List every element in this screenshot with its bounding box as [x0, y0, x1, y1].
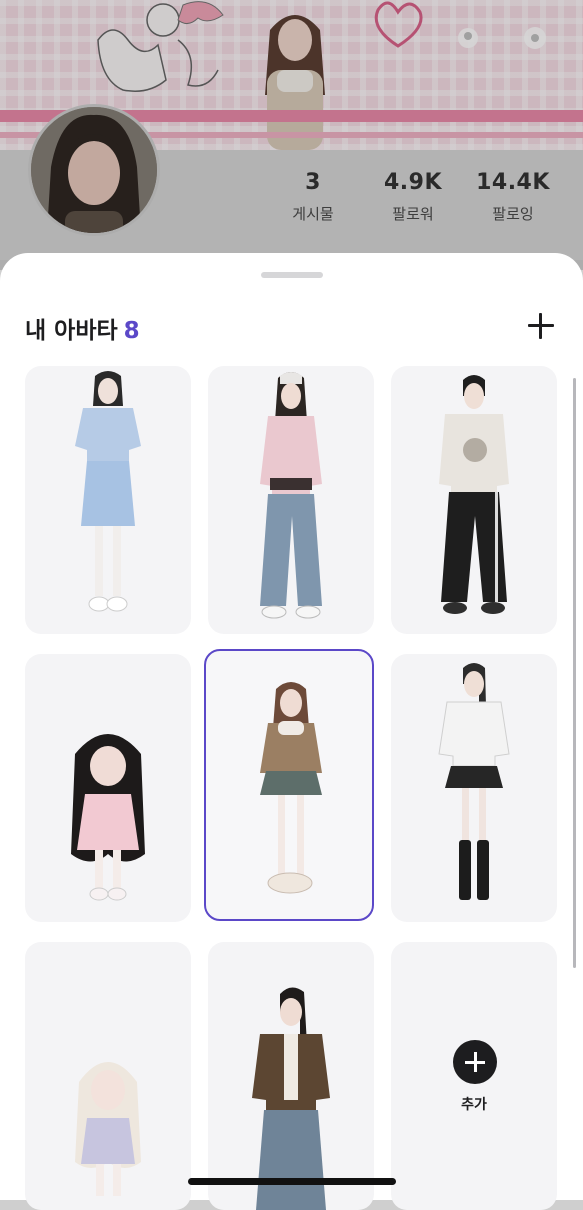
avatar-card-3[interactable] — [391, 366, 557, 634]
avatar-card-8[interactable] — [208, 942, 374, 1210]
backdrop-dim[interactable] — [0, 0, 583, 270]
avatar-figure — [75, 1062, 141, 1196]
avatar-count: 8 — [123, 318, 140, 344]
add-avatar-button[interactable] — [526, 311, 556, 341]
avatar-sheet: 내 아바타 8 추가 — [0, 253, 583, 1210]
sheet-grabber[interactable] — [261, 272, 323, 278]
home-indicator[interactable] — [188, 1178, 396, 1185]
avatar-figure — [71, 734, 145, 901]
add-avatar-label: 추가 — [461, 1097, 487, 1113]
avatar-card-7[interactable] — [25, 942, 191, 1210]
sheet-title-text: 내 아바타 — [25, 318, 118, 344]
avatar-card-1[interactable] — [25, 366, 191, 634]
avatar-card-6[interactable] — [391, 654, 557, 922]
sheet-title: 내 아바타 8 — [25, 311, 140, 345]
avatar-figure — [439, 375, 509, 614]
avatar-card-4[interactable] — [25, 654, 191, 922]
avatar-figure — [260, 372, 322, 619]
add-avatar-card[interactable]: 추가 — [391, 942, 557, 1210]
avatar-figure — [252, 987, 330, 1210]
avatar-figure — [75, 371, 141, 612]
avatar-card-2[interactable] — [208, 366, 374, 634]
scrollbar[interactable] — [573, 378, 576, 968]
avatar-figure — [438, 663, 510, 900]
avatar-figure — [260, 682, 322, 894]
plus-icon[interactable] — [453, 1040, 497, 1084]
avatar-card-5-selected[interactable] — [204, 649, 374, 921]
